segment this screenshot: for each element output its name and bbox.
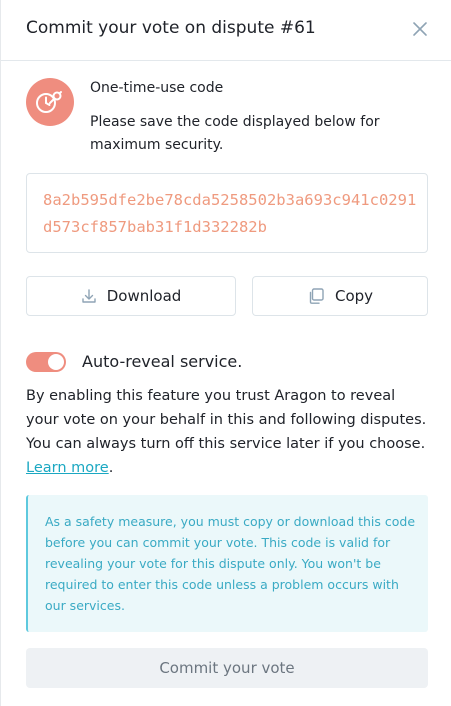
clock-key-icon — [26, 78, 74, 126]
learn-more-link[interactable]: Learn more — [26, 460, 109, 476]
close-icon[interactable] — [409, 18, 431, 40]
toggle-knob — [48, 354, 64, 370]
auto-reveal-description: By enabling this feature you trust Arago… — [26, 384, 428, 480]
one-time-code[interactable]: 8a2b595dfe2be78cda5258502b3a693c941c0291… — [43, 187, 419, 241]
copy-button[interactable]: Copy — [252, 276, 428, 316]
copy-icon — [307, 287, 325, 305]
copy-label: Copy — [334, 287, 374, 305]
code-description: Please save the code displayed below for… — [90, 114, 380, 153]
download-button[interactable]: Download — [26, 276, 236, 316]
commit-vote-panel: Commit your vote on dispute #61 One-time… — [0, 0, 451, 706]
download-icon — [81, 288, 97, 304]
auto-reveal-label: Auto-reveal service. — [82, 352, 243, 371]
auto-reveal-text: By enabling this feature you trust Arago… — [26, 388, 427, 452]
safety-notice: As a safety measure, you must copy or do… — [26, 495, 428, 632]
download-label: Download — [106, 287, 182, 305]
code-title: One-time-use code — [90, 80, 224, 96]
link-suffix: . — [108, 460, 114, 476]
code-info: One-time-use code Please save the code d… — [26, 78, 426, 158]
commit-vote-button[interactable]: Commit your vote — [26, 648, 428, 688]
panel-header: Commit your vote on dispute #61 — [1, 0, 451, 61]
auto-reveal-toggle[interactable] — [26, 352, 66, 372]
code-box: 8a2b595dfe2be78cda5258502b3a693c941c0291… — [26, 173, 428, 253]
safety-notice-text: As a safety measure, you must copy or do… — [45, 514, 416, 613]
panel-title: Commit your vote on dispute #61 — [26, 18, 316, 38]
